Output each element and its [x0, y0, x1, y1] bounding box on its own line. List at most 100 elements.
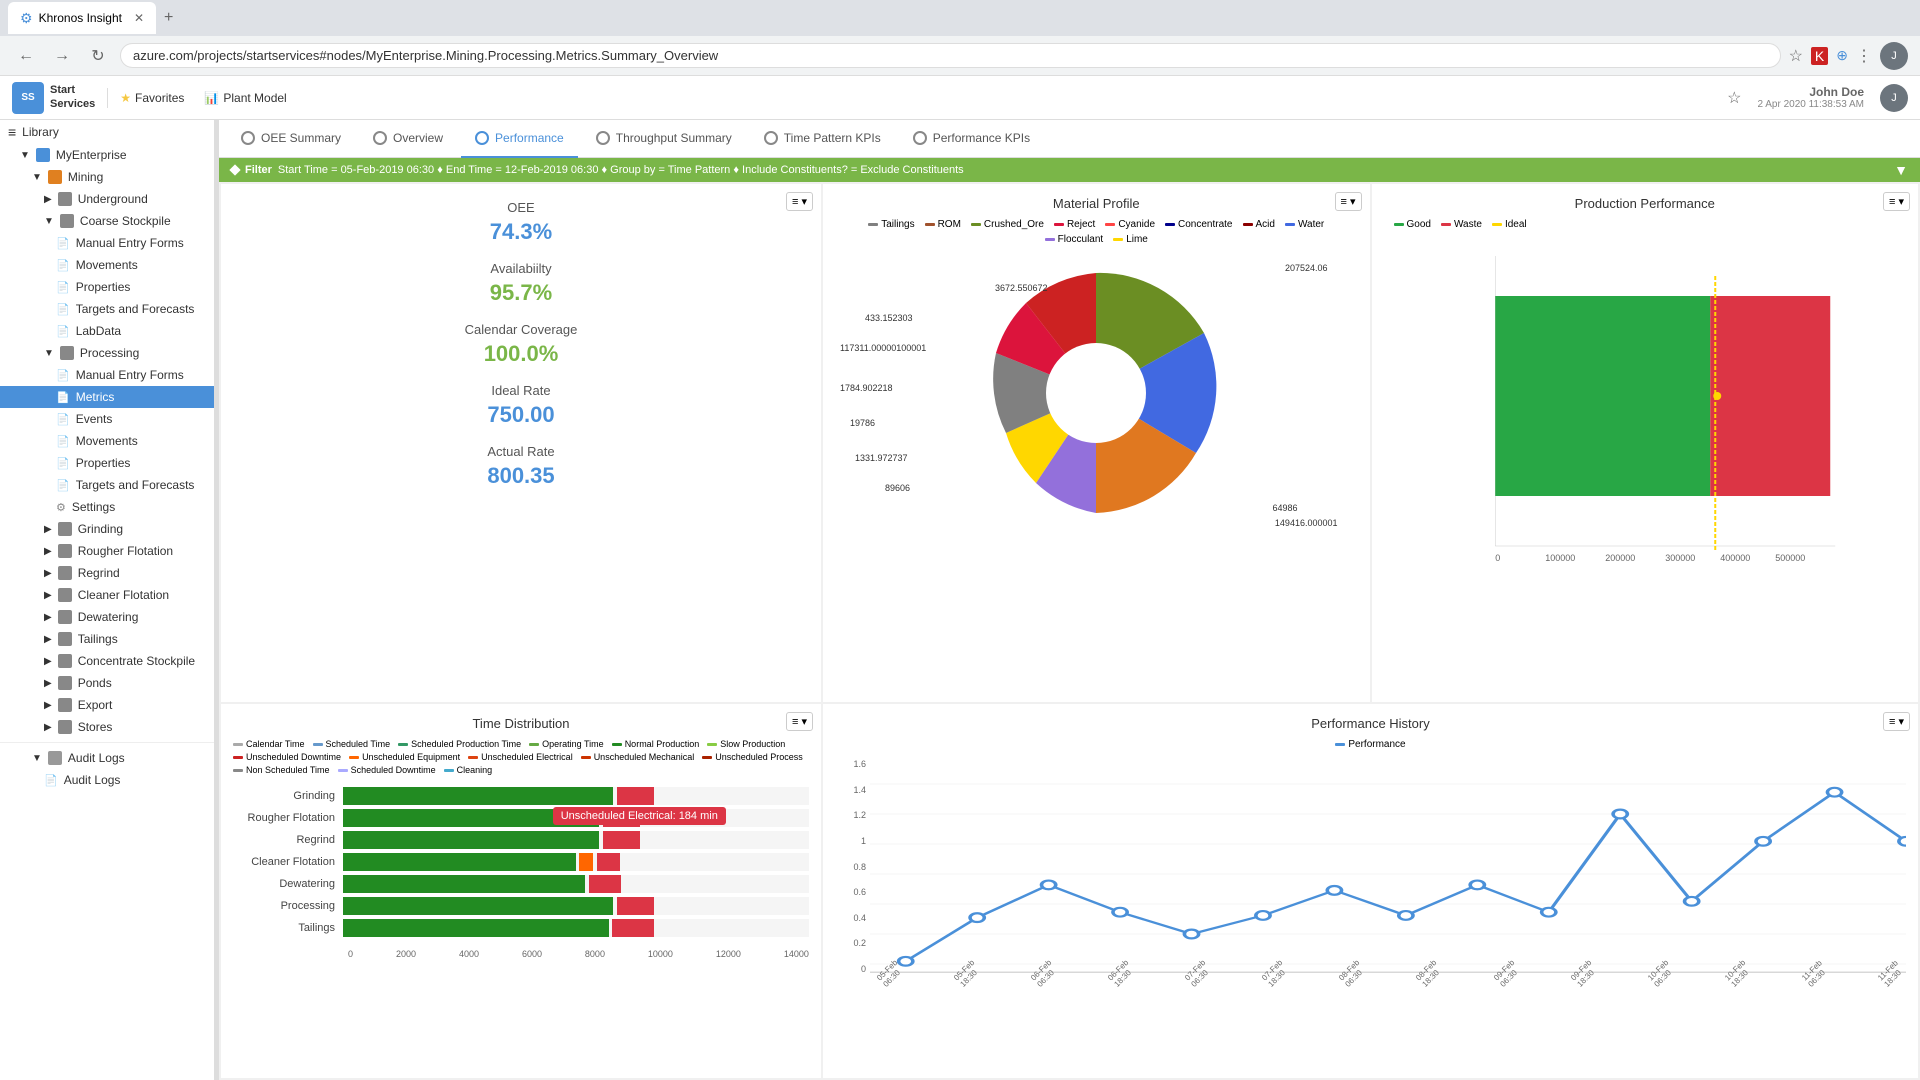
- page-icon4: 📄: [56, 303, 70, 316]
- production-menu-button[interactable]: ≡ ▾: [1883, 192, 1910, 211]
- sidebar-item-processing[interactable]: ▼ Processing: [0, 342, 214, 364]
- address-bar[interactable]: [120, 43, 1781, 68]
- sidebar-item-audit-logs-group[interactable]: ▼ Audit Logs: [0, 747, 214, 769]
- sidebar-item-targets-forecasts[interactable]: 📄 Targets and Forecasts: [0, 298, 214, 320]
- sidebar-item-coarse-stockpile[interactable]: ▼ Coarse Stockpile: [0, 210, 214, 232]
- bar-grinding: Grinding: [233, 787, 809, 805]
- user-avatar-header[interactable]: J: [1880, 84, 1908, 112]
- sidebar-item-cleaner-flotation[interactable]: ▶ Cleaner Flotation: [0, 584, 214, 606]
- expand-processing-icon: ▼: [44, 348, 54, 359]
- tab-title: Khronos Insight: [39, 11, 122, 25]
- tabs-bar: OEE Summary Overview Performance Through…: [219, 120, 1920, 158]
- time-menu-button[interactable]: ≡ ▾: [786, 712, 813, 731]
- sidebar-item-regrind[interactable]: ▶ Regrind: [0, 562, 214, 584]
- sidebar-item-export[interactable]: ▶ Export: [0, 694, 214, 716]
- sidebar-item-movements[interactable]: 📄 Movements: [0, 254, 214, 276]
- sidebar-item-dewatering[interactable]: ▶ Dewatering: [0, 606, 214, 628]
- sidebar-item-events[interactable]: 📄 Events: [0, 408, 214, 430]
- sidebar-item-mining[interactable]: ▼ Mining: [0, 166, 214, 188]
- header-nav: ★ Favorites 📊 Plant Model: [120, 91, 286, 105]
- sidebar-item-library[interactable]: ≡ Library: [0, 120, 214, 144]
- favorites-nav[interactable]: ★ Favorites: [120, 91, 184, 105]
- tab-performance[interactable]: Performance: [461, 120, 578, 158]
- bookmark-icon[interactable]: ☆: [1789, 46, 1803, 66]
- sidebar-item-manual-entry2[interactable]: 📄 Manual Entry Forms: [0, 364, 214, 386]
- sidebar-item-audit-logs[interactable]: 📄 Audit Logs: [0, 769, 214, 791]
- unscheduled-tooltip: Unscheduled Electrical: 184 min: [553, 807, 726, 825]
- legend-water: Water: [1285, 219, 1324, 230]
- expand-arrow-coarse-icon: ▼: [44, 216, 54, 227]
- sidebar-item-metrics[interactable]: 📄 Metrics: [0, 386, 214, 408]
- menu-icon[interactable]: ⋮: [1856, 46, 1872, 66]
- history-menu-button[interactable]: ≡ ▾: [1883, 712, 1910, 731]
- sidebar-item-underground[interactable]: ▶ Underground: [0, 188, 214, 210]
- sidebar-item-concentrate-stockpile[interactable]: ▶ Concentrate Stockpile: [0, 650, 214, 672]
- conc-folder-icon: [58, 654, 72, 668]
- production-chart: 0 100000 200000 300000 400000 500000: [1384, 238, 1907, 618]
- expand-export-icon: ▶: [44, 700, 52, 711]
- tab-throughput[interactable]: Throughput Summary: [582, 120, 746, 158]
- availability-label: Availabiilty: [237, 261, 805, 276]
- expand-regrind-icon: ▶: [44, 568, 52, 579]
- star-fav-icon[interactable]: ☆: [1727, 88, 1741, 108]
- material-menu-button[interactable]: ≡ ▾: [1335, 192, 1362, 211]
- page-icon: 📄: [56, 237, 70, 250]
- new-tab-button[interactable]: +: [164, 9, 173, 27]
- back-button[interactable]: ←: [12, 42, 40, 70]
- bar-tailings: Tailings: [233, 919, 809, 937]
- tab-time-pattern[interactable]: Time Pattern KPIs: [750, 120, 895, 158]
- actual-rate-metric: Actual Rate 800.35: [237, 444, 805, 489]
- oee-label: OEE: [237, 200, 805, 215]
- extensions-icon[interactable]: K: [1811, 47, 1828, 65]
- user-name: John Doe: [1757, 85, 1864, 99]
- manual-entry-label: Manual Entry Forms: [76, 236, 184, 250]
- oee-menu-button[interactable]: ≡ ▾: [786, 192, 813, 211]
- production-legend: Good Waste Ideal: [1394, 219, 1907, 230]
- sidebar-item-manual-entry[interactable]: 📄 Manual Entry Forms: [0, 232, 214, 254]
- targets-forecasts-label: Targets and Forecasts: [76, 302, 195, 316]
- legend-good: Good: [1394, 219, 1431, 230]
- sidebar-item-settings[interactable]: ⚙ Settings: [0, 496, 214, 518]
- sidebar-item-targets-forecasts2[interactable]: 📄 Targets and Forecasts: [0, 474, 214, 496]
- tab-favicon: ⚙: [20, 10, 33, 27]
- app-header: SS StartServices ★ Favorites 📊 Plant Mod…: [0, 76, 1920, 120]
- sidebar-item-properties[interactable]: 📄 Properties: [0, 276, 214, 298]
- ideal-rate-label: Ideal Rate: [237, 383, 805, 398]
- active-tab[interactable]: ⚙ Khronos Insight ✕: [8, 2, 156, 34]
- tab-throughput-label: Throughput Summary: [616, 131, 732, 145]
- sidebar-item-properties2[interactable]: 📄 Properties: [0, 452, 214, 474]
- coarse-stockpile-label: Coarse Stockpile: [80, 214, 171, 228]
- tab-overview[interactable]: Overview: [359, 120, 457, 158]
- filter-label: Filter: [245, 164, 272, 176]
- sidebar-item-rougher-flotation[interactable]: ▶ Rougher Flotation: [0, 540, 214, 562]
- sidebar-item-myenterprise[interactable]: ▼ MyEnterprise: [0, 144, 214, 166]
- ideal-rate-metric: Ideal Rate 750.00: [237, 383, 805, 428]
- sidebar-item-grinding[interactable]: ▶ Grinding: [0, 518, 214, 540]
- logo-icon: SS: [12, 82, 44, 114]
- sidebar-item-movements2[interactable]: 📄 Movements: [0, 430, 214, 452]
- sidebar-item-stores[interactable]: ▶ Stores: [0, 716, 214, 738]
- tab-oee-summary[interactable]: OEE Summary: [227, 120, 355, 158]
- filter-text: Start Time = 05-Feb-2019 06:30 ♦ End Tim…: [278, 164, 964, 176]
- refresh-button[interactable]: ↻: [84, 42, 112, 70]
- favorites-label: Favorites: [135, 91, 184, 105]
- tab-close-icon[interactable]: ✕: [134, 11, 144, 25]
- ponds-folder-icon: [58, 676, 72, 690]
- filter-expand-icon[interactable]: ▼: [1894, 162, 1908, 178]
- tab-performance-kpis[interactable]: Performance KPIs: [899, 120, 1044, 158]
- plant-model-nav[interactable]: 📊 Plant Model: [204, 91, 286, 105]
- sidebar-item-labdata[interactable]: 📄 LabData: [0, 320, 214, 342]
- expand-arrow-mining-icon: ▼: [32, 172, 42, 183]
- audit-folder-icon: [48, 751, 62, 765]
- sidebar-item-ponds[interactable]: ▶ Ponds: [0, 672, 214, 694]
- browser-tab-bar: ⚙ Khronos Insight ✕ +: [0, 0, 1920, 36]
- legend-flocculant: Flocculant: [1045, 234, 1104, 245]
- khronos-ext-icon[interactable]: ⊕: [1836, 47, 1848, 64]
- availability-metric: Availabiilty 95.7%: [237, 261, 805, 306]
- header-right: ☆ John Doe 2 Apr 2020 11:38:53 AM J: [1727, 84, 1908, 112]
- dewatering-label: Dewatering: [78, 610, 139, 624]
- user-avatar[interactable]: J: [1880, 42, 1908, 70]
- sidebar-item-tailings[interactable]: ▶ Tailings: [0, 628, 214, 650]
- forward-button[interactable]: →: [48, 42, 76, 70]
- stores-label: Stores: [78, 720, 113, 734]
